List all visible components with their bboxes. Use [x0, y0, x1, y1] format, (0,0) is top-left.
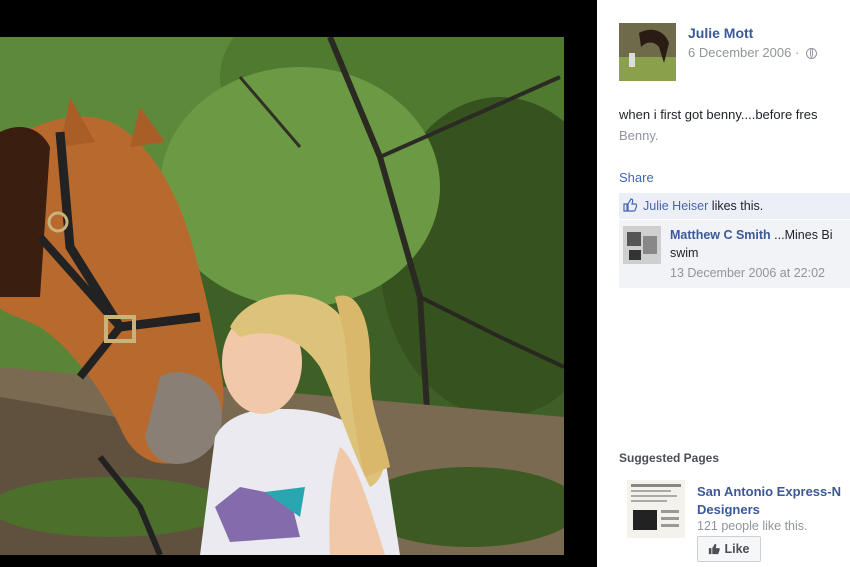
likes-text: Julie Heiser likes this. — [643, 199, 763, 213]
suggested-page-name-line1[interactable]: San Antonio Express-N — [697, 483, 850, 501]
post-caption: when i first got benny....before fres Be… — [619, 104, 850, 146]
suggested-page-thumbnail[interactable] — [627, 480, 685, 538]
likes-suffix: likes this. — [708, 199, 764, 213]
photo-info-panel: Julie Mott 6 December 2006 · when i firs… — [597, 0, 850, 567]
likes-summary: Julie Heiser likes this. — [619, 193, 850, 219]
commenter-avatar[interactable] — [623, 226, 661, 264]
photo-stage — [0, 0, 597, 567]
comment-text-continued: swim — [670, 246, 699, 260]
suggested-page-name[interactable]: San Antonio Express-N Designers — [697, 483, 850, 519]
post-date[interactable]: 6 December 2006 · — [688, 45, 799, 60]
post-author-name[interactable]: Julie Mott — [688, 25, 753, 41]
caption-text: when i first got benny....before fres — [619, 107, 818, 122]
thumbs-up-icon — [623, 198, 637, 212]
share-link[interactable]: Share — [619, 170, 654, 185]
comment-date[interactable]: 13 December 2006 at 22:02 — [670, 266, 825, 280]
like-page-button[interactable]: Like — [697, 536, 761, 562]
author-avatar[interactable] — [619, 23, 676, 81]
thumbs-up-icon — [709, 543, 721, 555]
globe-icon[interactable] — [805, 48, 817, 59]
suggested-page-like-count: 121 people like this. — [697, 519, 808, 533]
commenter-name[interactable]: Matthew C Smith — [670, 228, 771, 242]
suggested-pages-title: Suggested Pages — [619, 451, 720, 465]
comment-line1: Matthew C Smith ...Mines Bi — [670, 228, 833, 242]
comment-text: ...Mines Bi — [770, 228, 833, 242]
like-button-label: Like — [724, 542, 750, 556]
suggested-page-name-line2[interactable]: Designers — [697, 501, 850, 519]
liker-name[interactable]: Julie Heiser — [643, 199, 708, 213]
comment-item: Matthew C Smith ...Mines Bi swim 13 Dece… — [619, 220, 850, 288]
post-photo[interactable] — [0, 37, 564, 555]
caption-album-link[interactable]: Benny. — [619, 125, 850, 146]
post-meta: 6 December 2006 · — [688, 45, 817, 60]
